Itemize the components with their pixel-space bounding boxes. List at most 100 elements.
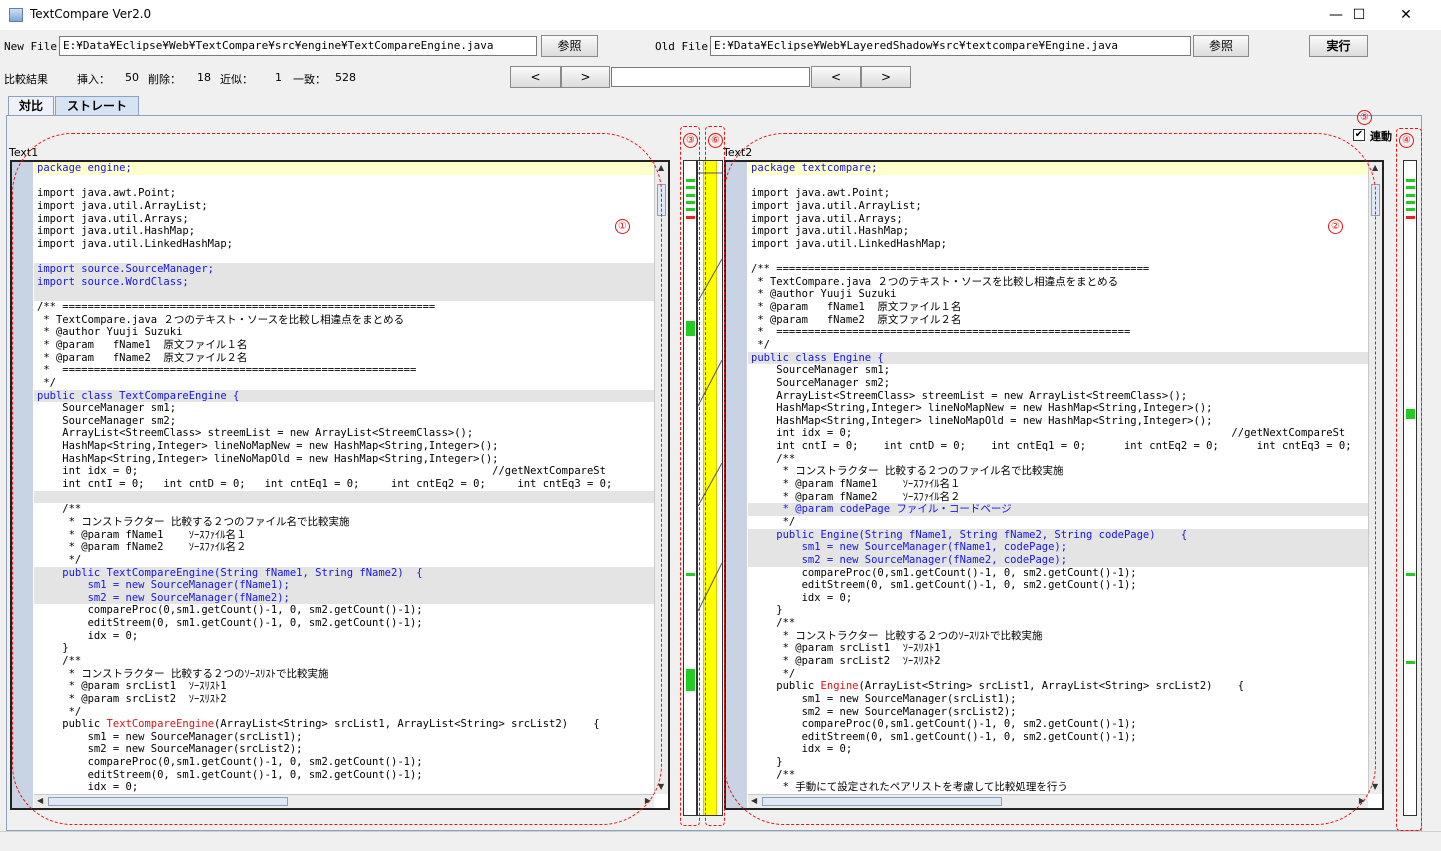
code-line[interactable]: 24 /** <box>748 453 1368 466</box>
code-line[interactable]: 33 public TextCompareEngine(String fName… <box>34 566 654 580</box>
left-horizontal-scrollbar[interactable]: ◀ ▶ <box>34 794 654 808</box>
code-line[interactable]: 15 */ <box>748 339 1368 352</box>
code-line[interactable]: 18 SourceManager sm2; <box>748 377 1368 390</box>
scroll-left-icon[interactable]: ◀ <box>751 796 757 805</box>
scroll-up-icon[interactable]: ▲ <box>1372 163 1378 172</box>
code-line[interactable]: 41 * コンストラクター 比較する２つのｿｰｽﾘｽﾄで比較実施 <box>34 668 654 681</box>
code-line[interactable]: 9/** ===================================… <box>748 263 1368 276</box>
scroll-left-icon[interactable]: ◀ <box>37 796 43 805</box>
code-line[interactable]: 10 * TextCompare.java ２つのテキスト・ソースを比較し相違点… <box>748 276 1368 289</box>
code-line[interactable]: 49 editStreem(0, sm1.getCount()-1, 0, sm… <box>34 769 654 782</box>
code-line[interactable]: 13 * @param fName2 原文ファイル２名 <box>748 314 1368 327</box>
code-line[interactable]: 3import java.awt.Point; <box>34 187 654 200</box>
code-line[interactable]: 31 sm1 = new SourceManager(fName1, codeP… <box>748 541 1368 554</box>
code-line[interactable]: 11 <box>34 288 654 302</box>
next-diff-button-left[interactable]: > <box>561 66 610 88</box>
code-line[interactable]: 42 public Engine(ArrayList<String> srcLi… <box>748 680 1368 693</box>
left-editor[interactable]: 1package engine;23import java.awt.Point;… <box>10 160 670 810</box>
scroll-right-icon[interactable]: ▶ <box>645 796 651 805</box>
code-line[interactable]: 20 SourceManager sm1; <box>34 402 654 415</box>
prev-diff-button-right[interactable]: < <box>811 66 861 88</box>
code-line[interactable]: 26 * @param fName1 ｿｰｽﾌｧｲﾙ名１ <box>748 478 1368 491</box>
code-line[interactable]: 16public class Engine { <box>748 351 1368 365</box>
right-vertical-scrollbar[interactable]: ▲ ▼ <box>1368 162 1382 794</box>
code-line[interactable]: 43 * @param srcList2 ｿｰｽﾘｽﾄ2 <box>34 693 654 706</box>
code-line[interactable]: 35 sm2 = new SourceManager(fName2); <box>34 591 654 605</box>
code-line[interactable]: 17 SourceManager sm1; <box>748 364 1368 377</box>
code-line[interactable]: 31 * @param fName2 ｿｰｽﾌｧｲﾙ名２ <box>34 541 654 554</box>
code-line[interactable]: 15 * @param fName1 原文ファイル１名 <box>34 339 654 352</box>
right-horizontal-scrollbar[interactable]: ◀ ▶ <box>748 794 1368 808</box>
code-line[interactable]: 44 */ <box>34 706 654 719</box>
left-vertical-scrollbar[interactable]: ▲ ▼ <box>654 162 668 794</box>
code-line[interactable]: 47 sm2 = new SourceManager(srcList2); <box>34 743 654 756</box>
code-line[interactable]: 5import java.util.Arrays; <box>748 213 1368 226</box>
code-line[interactable]: 24 HashMap<String,Integer> lineNoMapOld … <box>34 453 654 466</box>
code-line[interactable]: 46 sm1 = new SourceManager(srcList1); <box>34 731 654 744</box>
code-line[interactable]: 3import java.awt.Point; <box>748 187 1368 200</box>
tab-compare[interactable]: 対比 <box>8 96 54 116</box>
code-line[interactable]: 10import source.WordClass; <box>34 275 654 289</box>
code-line[interactable]: 42 * @param srcList1 ｿｰｽﾘｽﾄ1 <box>34 680 654 693</box>
code-line[interactable]: 16 * @param fName2 原文ファイル２名 <box>34 352 654 365</box>
code-line[interactable]: 21 SourceManager sm2; <box>34 415 654 428</box>
right-diff-map[interactable] <box>1403 160 1417 816</box>
new-file-input[interactable]: E:¥Data¥Eclipse¥Web¥TextCompare¥src¥engi… <box>59 36 537 56</box>
code-line[interactable]: 5import java.util.Arrays; <box>34 213 654 226</box>
code-line[interactable]: 17 * ===================================… <box>34 364 654 377</box>
code-line[interactable]: 7import java.util.LinkedHashMap; <box>34 238 654 251</box>
code-line[interactable]: 48 compareProc(0,sm1.getCount()-1, 0, sm… <box>34 756 654 769</box>
code-line[interactable]: 14 * ===================================… <box>748 326 1368 339</box>
code-line[interactable]: 27 * @param fName2 ｿｰｽﾌｧｲﾙ名２ <box>748 491 1368 504</box>
code-line[interactable]: 48 } <box>748 756 1368 769</box>
code-line[interactable]: 38 idx = 0; <box>34 630 654 643</box>
browse-old-button[interactable]: 参照 <box>1193 35 1249 57</box>
code-line[interactable]: 6import java.util.HashMap; <box>34 225 654 238</box>
code-line[interactable]: 4import java.util.ArrayList; <box>748 200 1368 213</box>
code-line[interactable]: 8 <box>748 250 1368 263</box>
code-line[interactable]: 2 <box>748 175 1368 188</box>
code-line[interactable]: 13 * TextCompare.java ２つのテキスト・ソースを比較し相違点… <box>34 314 654 327</box>
left-vscroll-thumb[interactable] <box>657 184 666 216</box>
code-line[interactable]: 23 HashMap<String,Integer> lineNoMapNew … <box>34 440 654 453</box>
code-line[interactable]: 29 * コンストラクター 比較する２つのファイル名で比較実施 <box>34 516 654 529</box>
code-line[interactable]: 1package textcompare; <box>748 162 1368 175</box>
code-line[interactable]: 50 * 手動にて設定されたペアリストを考慮して比較処理を行う <box>748 781 1368 794</box>
code-line[interactable]: 43 sm1 = new SourceManager(srcList1); <box>748 693 1368 706</box>
left-hscroll-thumb[interactable] <box>48 797 288 806</box>
code-line[interactable]: 22 ArrayList<StreemClass> streemList = n… <box>34 427 654 440</box>
code-line[interactable]: 22 int idx = 0; //getNextCompareSt <box>748 427 1368 440</box>
code-line[interactable]: 28 /** <box>34 503 654 516</box>
code-line[interactable]: 33 compareProc(0,sm1.getCount()-1, 0, sm… <box>748 567 1368 580</box>
scroll-right-icon[interactable]: ▶ <box>1359 796 1365 805</box>
code-line[interactable]: 34 sm1 = new SourceManager(fName1); <box>34 579 654 592</box>
code-line[interactable]: 12 * @param fName1 原文ファイル１名 <box>748 301 1368 314</box>
old-file-input[interactable]: E:¥Data¥Eclipse¥Web¥LayeredShadow¥src¥te… <box>710 36 1191 56</box>
code-line[interactable]: 36 } <box>748 604 1368 617</box>
code-line[interactable]: 19public class TextCompareEngine { <box>34 389 654 403</box>
code-line[interactable]: 34 editStreem(0, sm1.getCount()-1, 0, sm… <box>748 579 1368 592</box>
run-button[interactable]: 実行 <box>1309 35 1368 57</box>
scroll-up-icon[interactable]: ▲ <box>658 163 664 172</box>
code-line[interactable]: 26 int cntI = 0; int cntD = 0; int cntEq… <box>34 478 654 491</box>
code-line[interactable]: 32 */ <box>34 554 654 567</box>
code-line[interactable]: 6import java.util.HashMap; <box>748 225 1368 238</box>
code-line[interactable]: 37 editStreem(0, sm1.getCount()-1, 0, sm… <box>34 617 654 630</box>
code-line[interactable]: 41 */ <box>748 668 1368 681</box>
code-line[interactable]: 49 /** <box>748 769 1368 782</box>
code-line[interactable]: 40 * @param srcList2 ｿｰｽﾘｽﾄ2 <box>748 655 1368 668</box>
code-line[interactable]: 47 idx = 0; <box>748 743 1368 756</box>
right-hscroll-thumb[interactable] <box>762 797 1002 806</box>
right-vscroll-thumb[interactable] <box>1371 184 1380 216</box>
code-line[interactable]: 36 compareProc(0,sm1.getCount()-1, 0, sm… <box>34 604 654 617</box>
code-line[interactable]: 4import java.util.ArrayList; <box>34 200 654 213</box>
code-line[interactable]: 39 } <box>34 642 654 655</box>
right-code-area[interactable]: 1package textcompare;23import java.awt.P… <box>748 162 1368 794</box>
code-line[interactable]: 46 editStreem(0, sm1.getCount()-1, 0, sm… <box>748 731 1368 744</box>
code-line[interactable]: 32 sm2 = new SourceManager(fName2, codeP… <box>748 553 1368 567</box>
code-line[interactable]: 11 * @author Yuuji Suzuki <box>748 288 1368 301</box>
code-line[interactable]: 25 int idx = 0; //getNextCompareSt <box>34 465 654 478</box>
code-line[interactable]: 27 <box>34 490 654 504</box>
code-line[interactable]: 30 public Engine(String fName1, String f… <box>748 528 1368 542</box>
sync-checkbox[interactable]: ✔ <box>1353 129 1365 141</box>
